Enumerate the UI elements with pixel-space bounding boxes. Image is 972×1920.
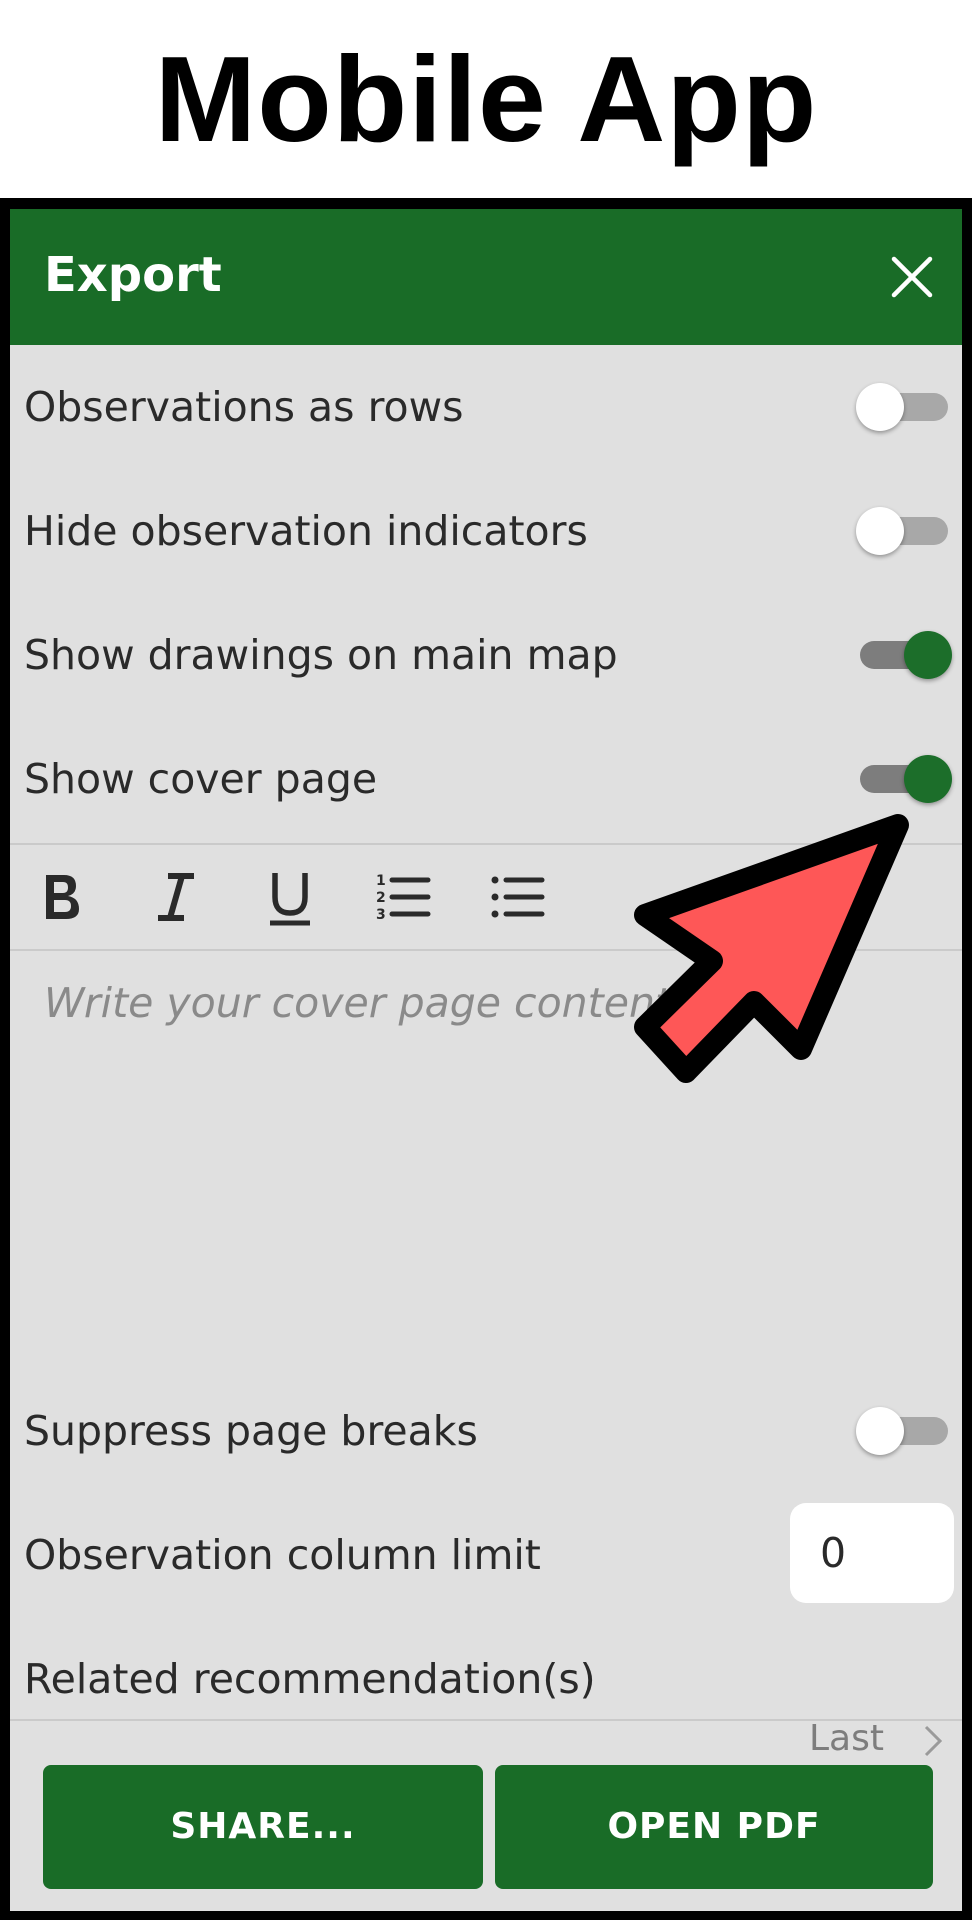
toggle-knob <box>904 631 952 679</box>
column-limit-input[interactable]: 0 <box>790 1503 954 1603</box>
open-pdf-button[interactable]: OPEN PDF <box>495 1765 933 1889</box>
svg-text:2: 2 <box>376 890 386 906</box>
observations-as-rows-toggle[interactable] <box>856 383 952 431</box>
divider <box>10 1719 962 1721</box>
option-label: Observation column limit <box>24 1531 541 1579</box>
close-icon[interactable] <box>880 245 944 309</box>
show-cover-page-toggle[interactable] <box>856 755 952 803</box>
suppress-page-breaks-toggle[interactable] <box>856 1407 952 1455</box>
export-header: Export <box>10 209 962 345</box>
show-drawings-toggle[interactable] <box>856 631 952 679</box>
option-show-drawings: Show drawings on main map <box>10 593 962 717</box>
page-caption: Mobile App <box>154 31 818 167</box>
toggle-knob <box>904 755 952 803</box>
chevron-right-icon[interactable] <box>918 1723 948 1759</box>
option-label: Related recommendation(s) <box>24 1655 596 1703</box>
bulleted-list-icon[interactable] <box>486 861 550 933</box>
option-hide-observation-indicators: Hide observation indicators <box>10 469 962 593</box>
hide-indicators-toggle[interactable] <box>856 507 952 555</box>
toggle-knob <box>856 383 904 431</box>
bold-icon[interactable] <box>30 861 94 933</box>
numbered-list-icon[interactable]: 1 2 3 <box>372 861 436 933</box>
option-label: Show cover page <box>24 755 378 803</box>
cover-page-editor[interactable]: Write your cover page content <box>44 979 671 1027</box>
share-button[interactable]: SHARE... <box>43 1765 483 1889</box>
annotation-arrow-icon <box>634 814 909 1083</box>
toggle-knob <box>856 507 904 555</box>
option-label: Show drawings on main map <box>24 631 618 679</box>
italic-icon[interactable] <box>144 861 208 933</box>
option-label: Hide observation indicators <box>24 507 588 555</box>
option-label: Observations as rows <box>24 383 464 431</box>
underline-icon[interactable] <box>258 861 322 933</box>
export-title: Export <box>44 247 222 303</box>
svg-text:1: 1 <box>376 873 386 889</box>
svg-text:3: 3 <box>376 907 386 923</box>
option-suppress-page-breaks: Suppress page breaks <box>10 1369 962 1493</box>
option-observations-as-rows: Observations as rows <box>10 345 962 469</box>
option-label: Suppress page breaks <box>24 1407 478 1455</box>
toggle-knob <box>856 1407 904 1455</box>
